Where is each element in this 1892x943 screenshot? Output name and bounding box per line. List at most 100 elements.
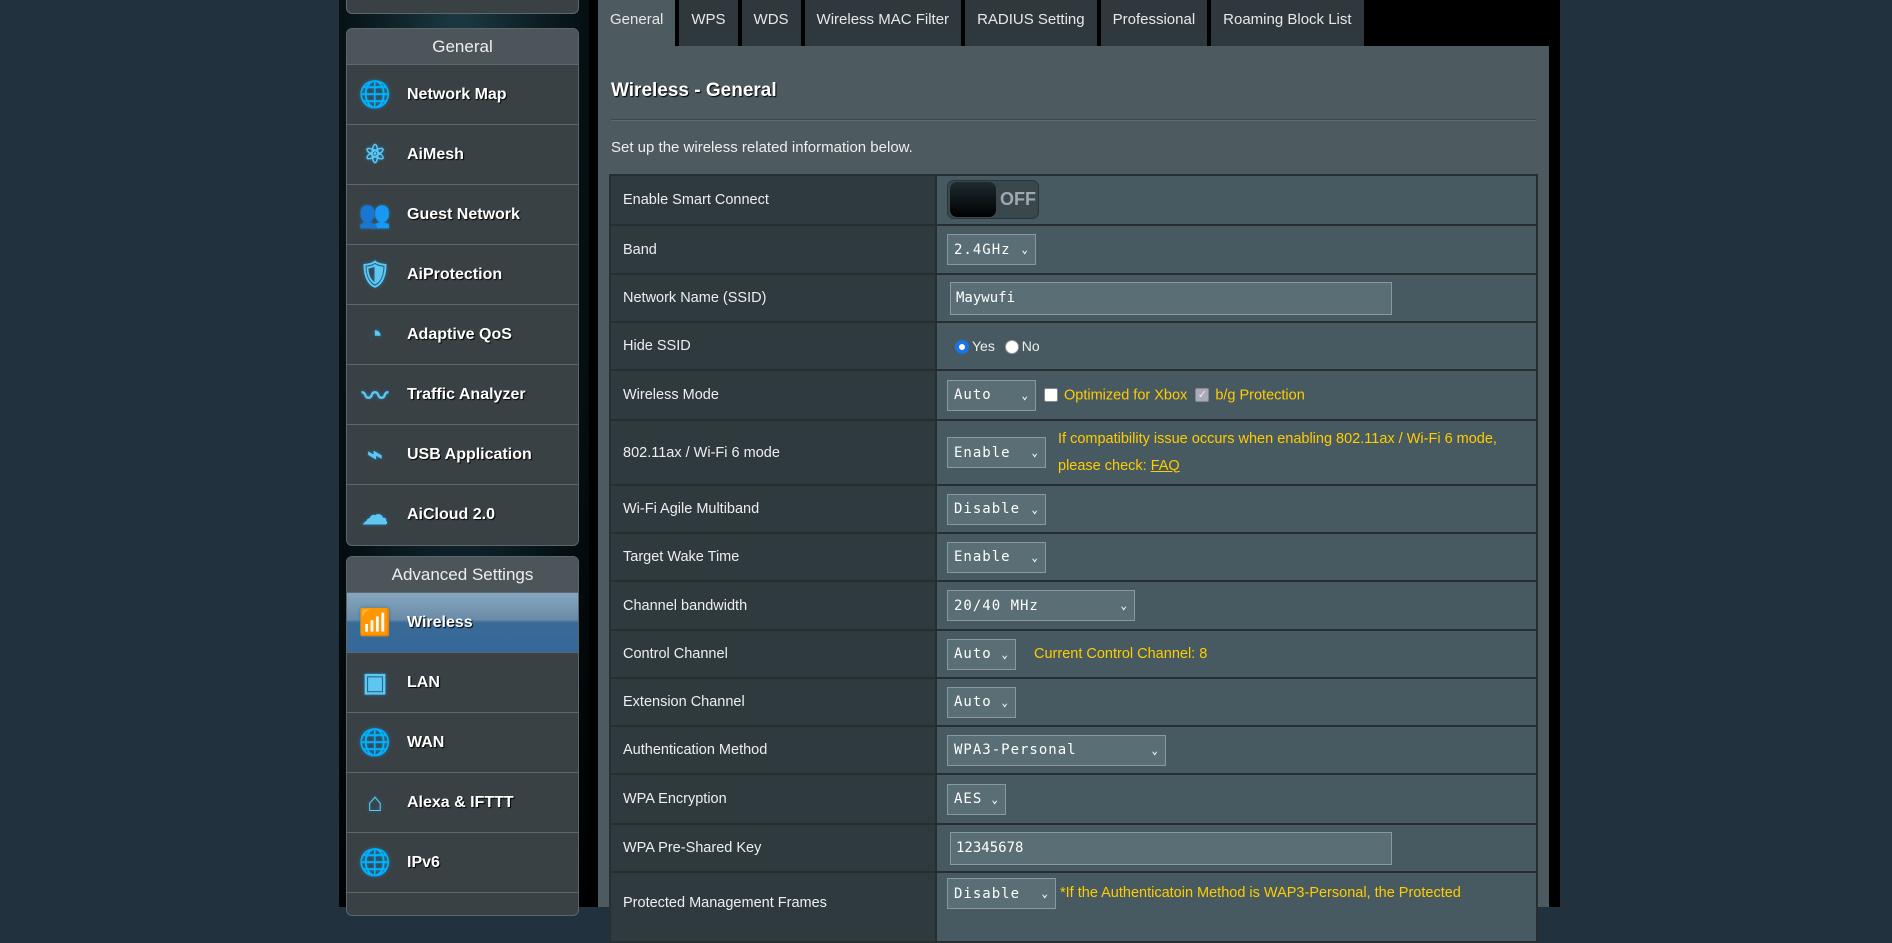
select-value: WPA3-Personal <box>954 742 1077 758</box>
pmf-note: *If the Authenticatoin Method is WAP3-Pe… <box>1060 885 1461 902</box>
encryption-select[interactable]: AES ⌄ <box>947 783 1006 815</box>
globe-icon: 🌐 <box>358 727 392 757</box>
globe-pin-icon: 🌐 <box>358 79 392 109</box>
xbox-checkbox[interactable] <box>1044 388 1058 402</box>
faq-link[interactable]: FAQ <box>1151 458 1180 474</box>
select-value: Disable <box>954 501 1021 517</box>
tab-professional[interactable]: Professional <box>1100 0 1208 46</box>
row-pmf: Protected Management Frames Disable ⌄ *If … <box>610 872 1537 943</box>
pmf-select[interactable]: Disable ⌄ <box>947 878 1056 909</box>
sidebar-item-lan[interactable]: ▣ LAN <box>347 653 578 713</box>
row-psk: WPA Pre-Shared Key 12345678 <box>610 824 1537 873</box>
chevron-down-icon: ⌄ <box>1021 243 1029 256</box>
band-select[interactable]: 2.4GHz ⌄ <box>947 234 1036 265</box>
ax-mode-select[interactable]: Enable ⌄ <box>947 437 1046 468</box>
agile-multiband-select[interactable]: Disable ⌄ <box>947 493 1046 525</box>
chevron-down-icon: ⌄ <box>1031 446 1039 459</box>
sidebar-item-label: WAN <box>407 733 445 751</box>
row-label: Wireless Mode <box>610 370 937 421</box>
sidebar-item-aimesh[interactable]: ⚛ AiMesh <box>347 125 578 185</box>
smart-connect-toggle[interactable]: OFF <box>947 179 1039 219</box>
ethernet-port-icon: ▣ <box>362 667 388 697</box>
ax-note-2: please check: <box>1058 457 1151 474</box>
sidebar-item-aiprotection[interactable]: 🛡 AiProtection <box>347 245 578 305</box>
chevron-down-icon: ⌄ <box>1151 743 1159 757</box>
sidebar-general-header: General <box>347 29 578 65</box>
chevron-down-icon: ⌄ <box>1021 388 1029 402</box>
chevron-down-icon: ⌄ <box>1041 887 1049 900</box>
sidebar-item-label: Adaptive QoS <box>407 325 512 343</box>
sidebar-general: General 🌐 Network Map ⚛ AiMesh 👥 Guest Netw… <box>346 28 579 546</box>
tab-general[interactable]: General <box>598 0 676 46</box>
tab-wps[interactable]: WPS <box>679 0 738 46</box>
wireless-mode-select[interactable]: Auto ⌄ <box>947 379 1036 411</box>
tab-bar: General WPS WDS Wireless MAC Filter RADI… <box>598 0 1368 46</box>
extension-channel-select[interactable]: Auto ⌄ <box>947 686 1016 718</box>
sidebar-item-network-map[interactable]: 🌐 Network Map <box>347 65 578 125</box>
row-agile-multiband: Wi-Fi Agile Multiband Disable ⌄ <box>610 485 1537 534</box>
row-label: Network Name (SSID) <box>610 274 937 323</box>
sidebar-item-label: Traffic Analyzer <box>407 385 526 403</box>
row-label: Band <box>610 225 937 275</box>
sidebar-item-adaptive-qos[interactable]: ◔ Adaptive QoS <box>347 305 578 365</box>
sidebar-item-label: IPv6 <box>407 853 440 871</box>
select-value: 2.4GHz <box>954 241 1011 258</box>
row-smart-connect: Enable Smart Connect OFF <box>610 175 1537 226</box>
row-hide-ssid: Hide SSID Yes No <box>610 322 1537 371</box>
row-ssid: Network Name (SSID) Maywufi <box>610 274 1537 323</box>
sidebar-item-wireless[interactable]: 📶 Wireless <box>347 593 578 653</box>
usb-icon: ⌁ <box>367 439 383 469</box>
hide-ssid-yes-radio[interactable] <box>955 340 969 355</box>
sidebar-item-label: Guest Network <box>407 205 520 223</box>
row-wireless-mode: Wireless Mode Auto ⌄ Optimized for Xbox ✓ b/… <box>610 370 1537 421</box>
twt-select[interactable]: Enable ⌄ <box>947 541 1046 573</box>
row-ax-mode: 802.11ax / Wi-Fi 6 mode Enable ⌄ If compat… <box>610 420 1537 486</box>
row-control-channel: Control Channel Auto ⌄ Current Control Cha… <box>610 630 1537 679</box>
sidebar-item-aicloud[interactable]: ☁ AiCloud 2.0 <box>347 485 578 545</box>
sidebar-item-label: Alexa & IFTTT <box>407 793 514 811</box>
row-label: Control Channel <box>610 630 937 679</box>
hide-ssid-no-radio[interactable] <box>1004 340 1019 355</box>
sidebar-item-wan[interactable]: 🌐 WAN <box>347 713 578 773</box>
tab-wds[interactable]: WDS <box>741 0 801 46</box>
toggle-state: OFF <box>1000 188 1036 209</box>
gauge-icon: ◔ <box>367 319 383 349</box>
sidebar-item-label: LAN <box>407 673 440 691</box>
tab-wireless-mac-filter[interactable]: Wireless MAC Filter <box>804 0 962 46</box>
row-extension-channel: Extension Channel Auto ⌄ <box>610 678 1537 727</box>
row-label: Wi-Fi Agile Multiband <box>610 485 937 534</box>
chevron-down-icon: ⌄ <box>1001 695 1009 709</box>
chevron-down-icon: ⌄ <box>1031 502 1039 516</box>
sidebar-item-guest-network[interactable]: 👥 Guest Network <box>347 185 578 245</box>
ax-note: If compatibility issue occurs when enabl… <box>1058 430 1497 447</box>
page-description: Set up the wireless related information … <box>611 139 913 156</box>
pulse-icon: 〰 <box>361 381 388 411</box>
sidebar-item-ipv6[interactable]: 🌐 IPv6 <box>347 833 578 893</box>
sidebar-advanced: Advanced Settings 📶 Wireless ▣ LAN 🌐 WAN ⌂ A… <box>346 556 579 916</box>
sidebar-item-label: AiMesh <box>407 145 464 163</box>
row-label: Target Wake Time <box>610 533 937 582</box>
bandwidth-select[interactable]: 20/40 MHz ⌄ <box>947 590 1135 621</box>
bg-protection-checkbox[interactable]: ✓ <box>1195 388 1210 402</box>
sidebar-item-usb-application[interactable]: ⌁ USB Application <box>347 425 578 485</box>
row-label: Protected Management Frames <box>610 872 937 943</box>
sidebar-advanced-header: Advanced Settings <box>347 557 578 593</box>
smart-home-icon: ⌂ <box>367 787 383 817</box>
ssid-input[interactable]: Maywufi <box>950 281 1392 315</box>
auth-method-select[interactable]: WPA3-Personal ⌄ <box>947 734 1166 766</box>
sidebar-item-alexa-ifttt[interactable]: ⌂ Alexa & IFTTT <box>347 773 578 833</box>
sidebar-item-traffic-analyzer[interactable]: 〰 Traffic Analyzer <box>347 365 578 425</box>
tab-roaming-block-list[interactable]: Roaming Block List <box>1211 0 1364 46</box>
cloud-icon: ☁ <box>362 499 388 530</box>
row-channel-bandwidth: Channel bandwidth 20/40 MHz ⌄ <box>610 581 1537 631</box>
control-channel-select[interactable]: Auto ⌄ <box>947 638 1016 670</box>
psk-input[interactable]: 12345678 <box>950 831 1392 865</box>
select-value: Auto <box>954 646 992 662</box>
sidebar-item-more[interactable]: ▭ <box>347 893 578 916</box>
radio-label: No <box>1021 337 1040 354</box>
row-label: Extension Channel <box>610 678 937 727</box>
chevron-down-icon: ⌄ <box>1031 550 1039 564</box>
tab-radius-setting[interactable]: RADIUS Setting <box>965 0 1097 46</box>
select-value: Auto <box>954 387 992 403</box>
page-title: Wireless - General <box>611 80 777 101</box>
